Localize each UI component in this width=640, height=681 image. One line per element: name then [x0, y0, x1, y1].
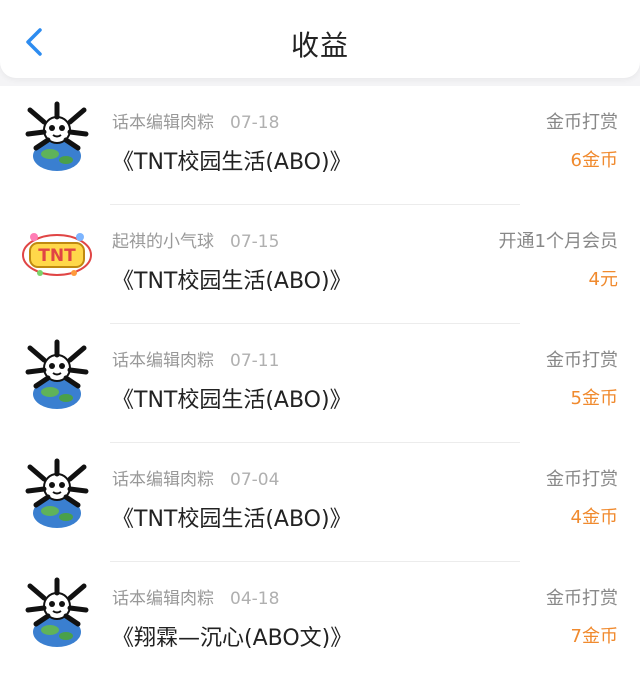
sender-name: 话本编辑肉粽: [112, 589, 214, 609]
sender-name: 话本编辑肉粽: [112, 470, 214, 490]
row-date: 07-15: [230, 232, 280, 252]
avatar: [20, 338, 94, 412]
earning-type: 金币打赏: [546, 588, 618, 609]
earning-row[interactable]: 话本编辑肉粽 07-18 《TNT校园生活(ABO)》 金币打赏 6金币: [0, 86, 640, 205]
book-title: 《TNT校园生活(ABO)》: [112, 269, 352, 294]
row-meta: 话本编辑肉粽 07-18: [112, 108, 279, 133]
earnings-list: 话本编辑肉粽 07-18 《TNT校园生活(ABO)》 金币打赏 6金币 TNT …: [0, 86, 640, 681]
earning-type: 金币打赏: [546, 469, 618, 490]
earning-row[interactable]: 话本编辑肉粽 04-18 《翔霖—沉心(ABO文)》 金币打赏 7金币: [0, 562, 640, 681]
earning-amount: 4元: [588, 269, 618, 290]
sender-name: 起祺的小气球: [112, 232, 214, 252]
earning-amount: 7金币: [570, 626, 618, 647]
avatar: TNT: [20, 219, 94, 293]
book-title: 《TNT校园生活(ABO)》: [112, 388, 352, 413]
earning-row[interactable]: TNT 起祺的小气球 07-15 《TNT校园生活(ABO)》 开通1个月会员 4…: [0, 205, 640, 324]
row-meta: 起祺的小气球 07-15: [112, 227, 279, 252]
earning-amount: 6金币: [570, 150, 618, 171]
panda-globe-avatar-icon: [25, 101, 89, 171]
book-title: 《翔霖—沉心(ABO文)》: [112, 626, 353, 651]
sender-name: 话本编辑肉粽: [112, 351, 214, 371]
row-date: 07-11: [230, 351, 280, 371]
panda-globe-avatar-icon: [25, 458, 89, 528]
earning-type: 开通1个月会员: [498, 231, 618, 252]
row-date: 07-04: [230, 470, 280, 490]
row-date: 07-18: [230, 113, 280, 133]
earning-row[interactable]: 话本编辑肉粽 07-11 《TNT校园生活(ABO)》 金币打赏 5金币: [0, 324, 640, 443]
panda-globe-avatar-icon: [25, 577, 89, 647]
sender-name: 话本编辑肉粽: [112, 113, 214, 133]
earning-row[interactable]: 话本编辑肉粽 07-04 《TNT校园生活(ABO)》 金币打赏 4金币: [0, 443, 640, 562]
page-title: 收益: [290, 29, 349, 62]
row-meta: 话本编辑肉粽 07-04: [112, 465, 279, 490]
earning-amount: 4金币: [570, 507, 618, 528]
panda-globe-avatar-icon: [25, 339, 89, 409]
tnt-sticker-avatar-icon: TNT: [22, 233, 92, 276]
row-date: 04-18: [230, 589, 280, 609]
row-meta: 话本编辑肉粽 07-11: [112, 346, 279, 371]
earning-amount: 5金币: [570, 388, 618, 409]
earning-type: 金币打赏: [546, 350, 618, 371]
avatar: [20, 100, 94, 174]
top-bar: 收益: [0, 0, 640, 78]
avatar: [20, 576, 94, 650]
avatar: [20, 457, 94, 531]
svg-text:TNT: TNT: [38, 246, 76, 266]
row-meta: 话本编辑肉粽 04-18: [112, 584, 279, 609]
book-title: 《TNT校园生活(ABO)》: [112, 150, 352, 175]
book-title: 《TNT校园生活(ABO)》: [112, 507, 352, 532]
earning-type: 金币打赏: [546, 112, 618, 133]
